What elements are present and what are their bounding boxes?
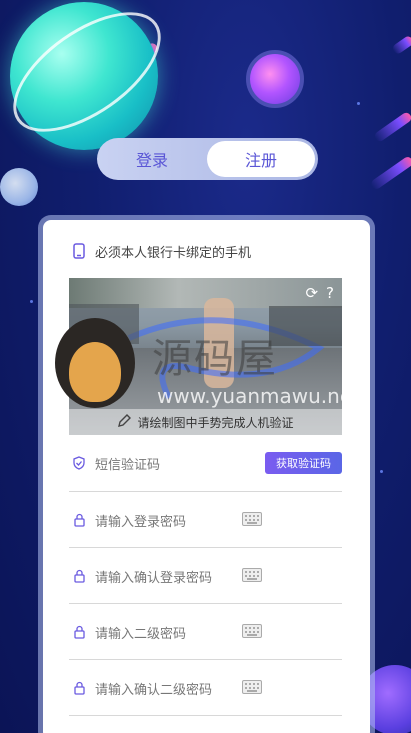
phone-icon: [69, 243, 89, 259]
register-form-card: 必须本人银行卡绑定的手机 ⟳ ? 请绘制图中手势完成人机验证 短信验证码 获取验…: [43, 220, 370, 733]
keyboard-icon[interactable]: [242, 679, 262, 698]
lock-icon: [69, 625, 89, 639]
confirm-secondary-password-input[interactable]: 请输入确认二级密码: [95, 679, 212, 698]
refresh-icon[interactable]: ⟳: [305, 284, 318, 302]
login-password-input[interactable]: 请输入登录密码: [95, 511, 186, 530]
star-decoration: [380, 470, 383, 473]
comet-decoration: [391, 34, 411, 56]
login-password-row: 请输入登录密码: [69, 507, 342, 533]
confirm-login-password-row: 请输入确认登录密码: [69, 563, 342, 589]
watermark: 源码屋 www.yuanmawu.net: [55, 318, 360, 418]
lock-icon: [69, 681, 89, 695]
tab-login[interactable]: 登录: [97, 147, 207, 171]
divider: [69, 659, 342, 660]
watermark-url: www.yuanmawu.net: [157, 384, 360, 408]
divider: [69, 715, 342, 716]
phone-hint-row: 必须本人银行卡绑定的手机: [69, 240, 342, 262]
comet-decoration: [372, 110, 411, 144]
star-decoration: [357, 102, 360, 105]
keyboard-icon[interactable]: [242, 623, 262, 642]
lock-icon: [69, 513, 89, 527]
small-planet-illustration: [246, 50, 304, 108]
star-decoration: [30, 300, 33, 303]
shield-icon: [69, 456, 89, 470]
confirm-secondary-password-row: 请输入确认二级密码: [69, 675, 342, 701]
get-code-button[interactable]: 获取验证码: [265, 452, 342, 474]
captcha-tools: ⟳ ?: [305, 284, 334, 302]
lock-icon: [69, 569, 89, 583]
keyboard-icon[interactable]: [242, 511, 262, 530]
watermark-logo: [55, 318, 135, 408]
watermark-text: 源码屋: [152, 336, 278, 382]
divider: [69, 603, 342, 604]
confirm-login-password-input[interactable]: 请输入确认登录密码: [95, 567, 212, 586]
help-icon[interactable]: ?: [326, 284, 334, 302]
sms-code-input[interactable]: 短信验证码: [95, 454, 160, 473]
secondary-password-input[interactable]: 请输入二级密码: [95, 623, 186, 642]
divider: [69, 491, 342, 492]
keyboard-icon[interactable]: [242, 567, 262, 586]
tab-register[interactable]: 注册: [207, 141, 315, 177]
phone-hint-text: 必须本人银行卡绑定的手机: [95, 245, 252, 261]
bubble-planet-illustration: [0, 168, 38, 206]
comet-decoration: [369, 155, 411, 191]
secondary-password-row: 请输入二级密码: [69, 619, 342, 645]
sms-code-row: 短信验证码 获取验证码: [69, 450, 342, 476]
auth-tab-switcher: 登录 注册: [97, 138, 318, 180]
divider: [69, 547, 342, 548]
